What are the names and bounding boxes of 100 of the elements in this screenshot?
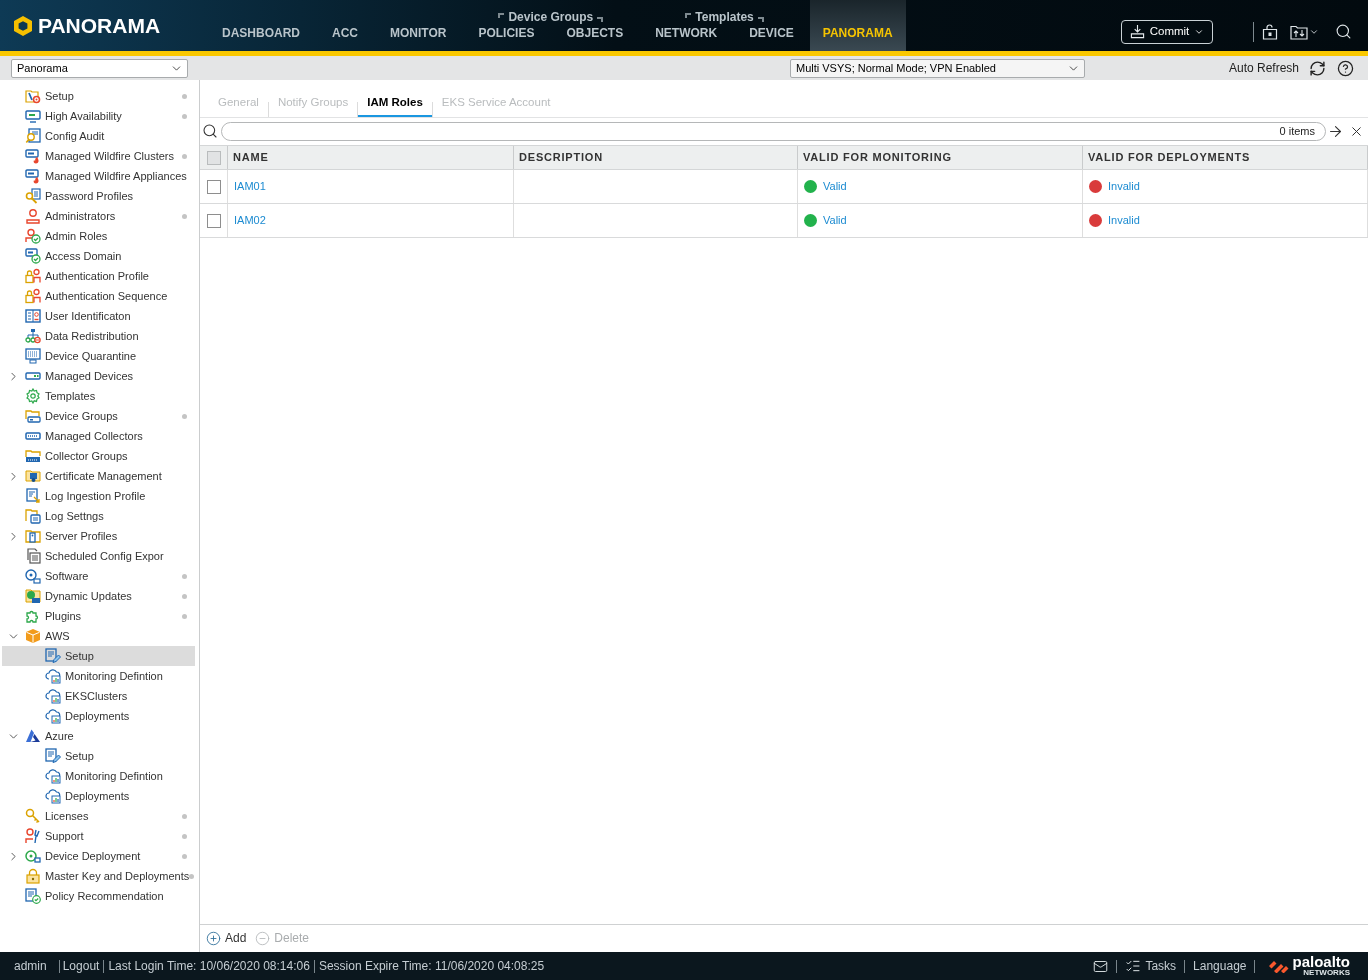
network-icon — [25, 328, 41, 344]
sidebar-item[interactable]: Azure — [2, 726, 195, 746]
sidebar-item[interactable]: Setup — [2, 746, 195, 766]
nav-tab[interactable]: POLICIES — [462, 24, 551, 51]
sidebar-item[interactable]: Access Domain — [2, 246, 195, 266]
sidebar-item[interactable]: Master Key and Deployments — [2, 866, 195, 886]
sidebar-item[interactable]: User Identificaton — [2, 306, 195, 326]
document-pen-icon — [45, 648, 61, 664]
lock-icon[interactable] — [1262, 23, 1278, 40]
sidebar-item[interactable]: EKSClusters — [2, 686, 195, 706]
sidebar-item[interactable]: Dynamic Updates — [2, 586, 195, 606]
sidebar-item[interactable]: Setup — [2, 86, 195, 106]
sidebar-item[interactable]: Authentication Sequence — [2, 286, 195, 306]
name-link[interactable]: IAM02 — [234, 212, 266, 229]
sidebar-item[interactable]: Admin Roles — [2, 226, 195, 246]
lock-person-icon — [25, 268, 41, 284]
nav-tab[interactable]: NETWORK — [639, 24, 734, 51]
name-link[interactable]: IAM01 — [234, 178, 266, 195]
search-icon[interactable] — [1335, 23, 1352, 40]
stripes-logo-icon — [1269, 959, 1290, 973]
nav-tab[interactable]: DEVICE — [733, 24, 810, 51]
sidebar-item[interactable]: Policy Recommendation — [2, 886, 195, 906]
search-field[interactable]: 0 items — [221, 121, 1326, 141]
sidebar-item[interactable]: High Availability — [2, 106, 195, 126]
column-header[interactable]: VALID FOR MONITORING — [798, 146, 1083, 169]
nav-tab[interactable]: MONITOR — [374, 0, 463, 51]
folder-arrows-icon[interactable] — [1290, 23, 1308, 40]
search-icon[interactable] — [202, 123, 218, 139]
column-header[interactable]: NAME — [228, 146, 514, 169]
nav-tab[interactable]: PANORAMA — [809, 0, 906, 51]
sidebar-item[interactable]: Support — [2, 826, 195, 846]
download-tray-icon — [1129, 24, 1145, 39]
sidebar-item[interactable]: Deployments — [2, 786, 195, 806]
status-link[interactable]: Valid — [823, 212, 847, 229]
key-document-icon — [25, 188, 41, 204]
sidebar-item[interactable]: Log Settngs — [2, 506, 195, 526]
checkbox[interactable] — [206, 150, 221, 165]
nav-tab[interactable]: DASHBOARD — [206, 0, 316, 51]
status-link[interactable]: Valid — [823, 178, 847, 195]
sidebar-item[interactable]: Managed Devices — [2, 366, 195, 386]
checkbox[interactable] — [206, 213, 221, 228]
sidebar-item[interactable]: Server Profiles — [2, 526, 195, 546]
sidebar-item[interactable]: Software — [2, 566, 195, 586]
sidebar-item[interactable]: Monitoring Defintion — [2, 666, 195, 686]
nav-group-label: Templates — [695, 10, 754, 24]
sidebar-item[interactable]: Deployments — [2, 706, 195, 726]
sidebar-item[interactable]: Collector Groups — [2, 446, 195, 466]
id-card-icon — [25, 308, 41, 324]
refresh-icon[interactable] — [1309, 59, 1326, 77]
add-button[interactable]: Add — [206, 929, 247, 947]
tab[interactable]: IAM Roles — [358, 90, 432, 117]
sidebar-item[interactable]: Setup — [2, 646, 195, 666]
language-link[interactable]: Language — [1193, 957, 1247, 975]
sidebar-item[interactable]: Monitoring Defintion — [2, 766, 195, 786]
sidebar-item[interactable]: Config Audit — [2, 126, 195, 146]
tasks-button[interactable]: Tasks — [1125, 957, 1177, 975]
checklist-icon — [1125, 958, 1142, 974]
sidebar-item[interactable]: Device Quarantine — [2, 346, 195, 366]
status-link[interactable]: Invalid — [1108, 178, 1140, 195]
sidebar-item[interactable]: Plugins — [2, 606, 195, 626]
sidebar-item[interactable]: Data Redistribution — [2, 326, 195, 346]
checkbox[interactable] — [206, 179, 221, 194]
column-header[interactable]: VALID FOR DEPLOYMENTS — [1083, 146, 1368, 169]
sidebar-item[interactable]: Managed Wildfire Clusters — [2, 146, 195, 166]
mode-select[interactable]: Multi VSYS; Normal Mode; VPN Enabled — [790, 58, 1085, 78]
cloud-chart-icon — [45, 688, 61, 704]
commit-button[interactable]: Commit — [1121, 19, 1213, 44]
folder-document-icon — [25, 508, 41, 524]
disc-icon — [25, 568, 41, 584]
cloud-chart-icon — [45, 768, 61, 784]
sidebar-item[interactable]: Templates — [2, 386, 195, 406]
sidebar-item[interactable]: Managed Collectors — [2, 426, 195, 446]
person-wrench-icon — [25, 828, 41, 844]
sidebar-item[interactable]: Device Groups — [2, 406, 195, 426]
sidebar-item[interactable]: Licenses — [2, 806, 195, 826]
help-icon[interactable] — [1337, 59, 1354, 77]
location-select[interactable]: Panorama — [11, 58, 188, 78]
sidebar-item[interactable]: AWS — [2, 626, 195, 646]
item-count: 0 items — [1279, 123, 1315, 139]
sidebar-item[interactable]: Log Ingestion Profile — [2, 486, 195, 506]
person-icon — [25, 208, 41, 224]
sidebar-item[interactable]: Managed Wildfire Appliances — [2, 166, 195, 186]
sidebar-item[interactable]: Password Profiles — [2, 186, 195, 206]
document-check-icon — [25, 888, 41, 904]
sidebar-item[interactable]: Certificate Management — [2, 466, 195, 486]
sidebar-item[interactable]: Authentication Profile — [2, 266, 195, 286]
logout-link[interactable]: Logout — [62, 957, 100, 975]
status-link[interactable]: Invalid — [1108, 212, 1140, 229]
nav-tab[interactable]: OBJECTS — [550, 24, 640, 51]
folder-globe-icon — [25, 588, 41, 604]
brand-tagline: NETWORKS — [1303, 969, 1350, 977]
sidebar-item[interactable]: Scheduled Config Expor — [2, 546, 195, 566]
monitor-check-icon — [25, 248, 41, 264]
sidebar-item[interactable]: Device Deployment — [2, 846, 195, 866]
sidebar-item[interactable]: Administrators — [2, 206, 195, 226]
mail-icon[interactable] — [1093, 958, 1109, 974]
brand-name: paloalto — [1292, 955, 1350, 969]
column-header[interactable]: DESCRIPTION — [514, 146, 798, 169]
monitor-icon — [25, 108, 41, 124]
nav-tab[interactable]: ACC — [316, 0, 374, 51]
